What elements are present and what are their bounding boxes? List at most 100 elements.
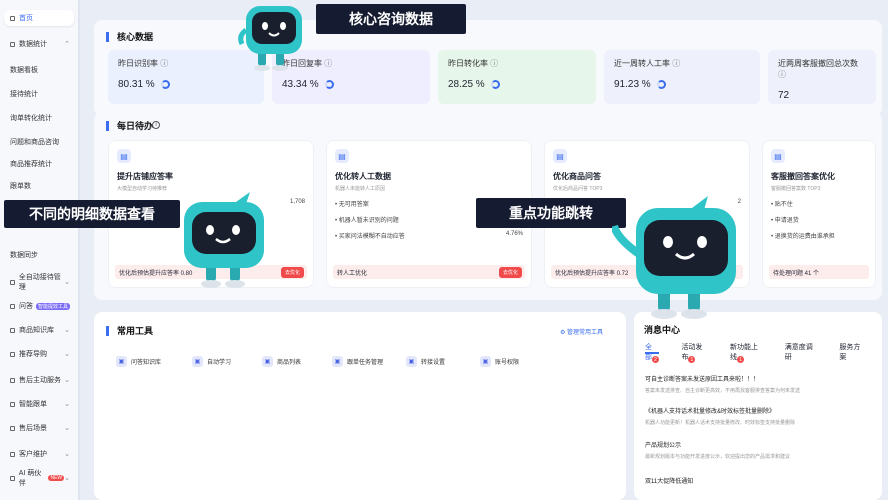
task-row-label: • 贴不住 <box>771 202 793 208</box>
sidebar-item[interactable]: 全自动接待管理 ⌄ <box>4 274 74 291</box>
sidebar-item[interactable]: 售后场景 ⌄ <box>4 420 74 436</box>
message-tab[interactable]: 满意度调研 <box>785 342 827 369</box>
optimize-button[interactable]: 去优化 <box>280 266 304 278</box>
task-row: • 买家问法模糊不自动应答 4.76% <box>335 231 523 240</box>
sidebar-item[interactable]: 询单转化统计 <box>4 110 74 126</box>
stat-value-row: 43.34 % <box>282 79 420 90</box>
stat-value-row: 28.25 % <box>448 79 586 90</box>
task-row-label: • 退换货的运费由谁承担 <box>771 234 835 240</box>
sidebar-item[interactable]: 智能跟单 ⌄ <box>4 396 74 412</box>
chevron-icon[interactable]: ⌄ <box>64 400 74 408</box>
task-row: • 退换货的运费由谁承担 <box>771 231 867 240</box>
task-title: 优化转人工数据 <box>335 172 391 181</box>
task-row-value: 4.76% <box>505 231 523 237</box>
tool-shortcut[interactable]: ▣ 商品列表 <box>262 352 301 370</box>
message-summary: 答案未发送排查、自主诊断更高效，不用再找客服排查答案为何未发送 <box>645 388 801 394</box>
chevron-icon[interactable]: ⌃ <box>64 40 74 48</box>
sidebar-item[interactable]: 数据看板 <box>4 62 74 78</box>
tool-icon: ▣ <box>116 355 127 367</box>
message-tab[interactable]: 服务方案 <box>839 342 875 369</box>
message-summary: 机器人功能更新！机器人话术支持批量修改、时效标签支持批量删除 <box>645 420 796 426</box>
message-title[interactable]: 可自主诊断答案未发送原因工具来啦！！！ <box>645 374 875 383</box>
stat-label-text: 近一周转人工率 <box>614 59 670 68</box>
task-icon: ▤ <box>553 149 567 163</box>
task-subtitle: 优化后商品问答 TOP3 <box>553 186 603 192</box>
tool-label: 账号权限 <box>495 359 520 366</box>
tool-label: 问答知识库 <box>131 359 162 366</box>
sidebar-item[interactable]: 接待统计 <box>4 86 74 102</box>
stat-label: 近两周客服撤回总次数 ⓘ <box>778 58 866 80</box>
core-data-title: 核心数据 <box>106 32 153 42</box>
stat-label: 昨日转化率 ⓘ <box>448 58 586 69</box>
sidebar-item[interactable]: 问题和商品咨询 <box>4 134 74 150</box>
robot-mascot-right <box>612 196 736 319</box>
task-title: 优化商品问答 <box>553 172 601 181</box>
task-row-label: • 无可用答案 <box>335 202 369 208</box>
sidebar-item-label: 数据同步 <box>10 252 38 259</box>
info-icon[interactable]: ⓘ <box>158 59 168 68</box>
message-title[interactable]: 产品规划公示 <box>645 440 875 449</box>
tool-shortcut[interactable]: ▣ 跟单任务管理 <box>332 352 383 370</box>
sidebar-item[interactable]: AI 萌伙伴 NEW ⌄ <box>4 470 74 487</box>
sidebar-item[interactable]: 问答 智能提效工具 <box>4 298 74 314</box>
info-icon[interactable]: ⓘ <box>670 59 680 68</box>
tool-shortcut[interactable]: ▣ 账号权限 <box>480 352 519 370</box>
message-tab[interactable]: 全部 2 <box>645 342 668 369</box>
task-footer: 转人工优化 去优化 <box>333 265 525 279</box>
stat-card[interactable]: 昨日转化率 ⓘ 28.25 % <box>438 50 596 104</box>
sidebar-item-label: 跟单数 <box>10 183 31 190</box>
sidebar-item[interactable]: 数据同步 <box>4 247 74 263</box>
info-icon[interactable]: ⓘ <box>488 59 498 68</box>
chevron-icon[interactable]: ⌄ <box>64 326 74 334</box>
tool-shortcut[interactable]: ▣ 转接设置 <box>406 352 445 370</box>
task-footer: 待处理问题 41 个 <box>769 265 869 279</box>
sidebar-item[interactable]: 数据统计 ⌃ <box>4 36 74 52</box>
manage-tools-link[interactable]: ⚙ 管理常用工具 <box>560 327 603 336</box>
info-icon[interactable]: ⓘ <box>322 59 332 68</box>
todo-card[interactable]: ▤ 客服撤回答案优化 客服撤回答案数 TOP3 • 贴不住 • 申请退货 • 退换货的运费… <box>762 140 876 288</box>
chevron-icon[interactable]: ⌄ <box>64 376 74 384</box>
task-subtitle: 机器人未能转人工原因 <box>335 186 386 192</box>
robot-mascot-left <box>184 192 264 288</box>
sidebar-item[interactable]: 首页 <box>4 10 74 26</box>
progress-ring-icon <box>656 80 666 89</box>
chevron-icon[interactable]: ⌄ <box>64 424 74 432</box>
new-badge: NEW <box>48 475 65 481</box>
stat-value-row: 72 <box>778 90 866 101</box>
sidebar-item-label: 数据统计 <box>19 41 47 48</box>
menu-icon <box>10 351 15 357</box>
sidebar-item[interactable]: 商品推荐统计 <box>4 156 74 172</box>
stat-card[interactable]: 近两周客服撤回总次数 ⓘ 72 <box>768 50 876 104</box>
sidebar-item[interactable]: 推荐导购 ⌄ <box>4 346 74 362</box>
stat-card[interactable]: 近一周转人工率 ⓘ 91.23 % <box>604 50 760 104</box>
chevron-icon[interactable]: ⌄ <box>64 474 74 482</box>
sidebar-item[interactable]: 跟单数 <box>4 178 74 194</box>
chevron-icon[interactable]: ⌄ <box>64 350 74 358</box>
message-title[interactable]: 双11大促降低通知 <box>645 476 875 485</box>
message-tab[interactable]: 活动发布 1 <box>681 342 717 369</box>
menu-icon <box>10 425 15 431</box>
sidebar-item[interactable]: 售后主动服务 ⌄ <box>4 372 74 388</box>
tool-shortcut[interactable]: ▣ 问答知识库 <box>116 352 161 370</box>
task-row-label: • 申请退货 <box>771 218 799 224</box>
sidebar-item[interactable]: 商品知识库 ⌄ <box>4 322 74 338</box>
tool-shortcut[interactable]: ▣ 自动学习 <box>192 352 231 370</box>
sidebar-item[interactable]: 客户维护 ⌄ <box>4 446 74 462</box>
info-icon[interactable]: ⓘ <box>778 70 786 79</box>
chevron-icon[interactable]: ⌄ <box>64 278 74 286</box>
robot-mascot-top <box>238 6 302 71</box>
menu-icon <box>10 475 15 481</box>
message-tab[interactable]: 新功能上线 1 <box>730 342 772 369</box>
stat-value: 80.31 % <box>118 79 155 90</box>
task-subtitle: 客服撤回答案数 TOP3 <box>771 186 821 192</box>
banner-key-features: 重点功能跳转 <box>476 198 626 228</box>
optimize-button[interactable]: 去优化 <box>498 266 522 278</box>
task-footer-text: 转人工优化 <box>337 270 368 277</box>
message-tab-label: 满意度调研 <box>784 344 813 361</box>
chevron-icon[interactable]: ⌄ <box>64 450 74 458</box>
message-title[interactable]: 《机器人支持话术批量修改&时效标签批量删除》 <box>645 406 875 415</box>
menu-icon <box>10 377 15 383</box>
menu-icon <box>10 41 15 47</box>
sidebar-item-label: 问答 <box>19 303 33 310</box>
info-icon[interactable]: i <box>152 121 160 129</box>
